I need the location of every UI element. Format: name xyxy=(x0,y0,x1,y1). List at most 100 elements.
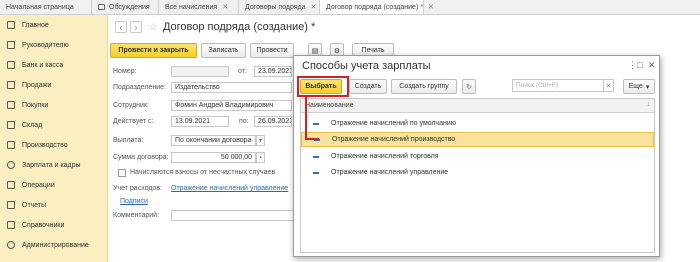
create-button[interactable]: Создать xyxy=(349,79,387,94)
sidebar-item-catalogs[interactable]: Справочники xyxy=(0,217,108,233)
sidebar-item-sales[interactable]: Продажи xyxy=(0,77,108,93)
row-label: Отражение начислений торговля xyxy=(331,153,439,160)
tab-contracts[interactable]: Договоры подряда ✕ xyxy=(239,0,320,14)
post-and-close-button[interactable]: Провести и закрыть xyxy=(110,43,197,58)
search-clear-button[interactable]: ✕ xyxy=(604,79,614,92)
valid-from-field[interactable]: 13.09.2021 xyxy=(171,116,229,127)
number-field[interactable] xyxy=(171,66,229,77)
create-group-button[interactable]: Создать группу xyxy=(391,79,457,94)
table-row[interactable]: Отражение начислений управление xyxy=(301,165,654,180)
close-icon: ✕ xyxy=(605,82,612,90)
employee-label: Сотрудник: xyxy=(113,102,149,109)
discussions-icon xyxy=(98,4,105,10)
sidebar-item-bank[interactable]: Банк и касса xyxy=(0,57,108,73)
row-label: Отражение начислений управление xyxy=(331,169,449,176)
row-label: Отражение начислений производство xyxy=(332,136,456,143)
payment-label: Выплата: xyxy=(113,137,144,144)
comment-field[interactable] xyxy=(171,210,296,221)
red-highlight-row-bracket xyxy=(305,97,319,140)
item-icon xyxy=(313,171,319,174)
chevron-down-icon: ▾ xyxy=(645,83,650,91)
table-row[interactable]: Отражение начислений по умолчанию xyxy=(301,116,654,131)
favorite-star-icon[interactable]: ☆ xyxy=(149,22,158,33)
forward-button[interactable]: › xyxy=(130,21,142,33)
payroll-methods-table: Наименование ↓ Отражение начислений по ум… xyxy=(300,98,655,253)
row-label: Отражение начислений по умолчанию xyxy=(331,120,456,127)
back-button[interactable]: ‹ xyxy=(115,21,127,33)
sidebar-item-label: Администрирование xyxy=(22,241,89,249)
table-row-selected[interactable]: Отражение начислений производство xyxy=(301,132,654,147)
amount-field[interactable]: 50 000,00 xyxy=(171,152,256,163)
sidebar-item-warehouse[interactable]: Склад xyxy=(0,117,108,133)
tab-label: Обсуждения xyxy=(109,3,150,11)
refresh-icon: ↻ xyxy=(466,83,472,91)
sidebar-item-label: Зарплата и кадры xyxy=(22,161,81,169)
accident-contribution-checkbox[interactable] xyxy=(118,169,126,177)
tab-label: Начальная страница xyxy=(6,3,74,11)
factory-icon xyxy=(7,141,15,149)
expense-method-link[interactable]: Отражение начислений управление xyxy=(171,185,288,192)
more-button-label: Еще xyxy=(628,83,643,90)
signatures-link[interactable]: Подписи xyxy=(120,198,148,205)
comment-label: Комментарий: xyxy=(113,212,160,219)
dialog-title: Способы учета зарплаты xyxy=(302,60,431,72)
column-header-name[interactable]: Наименование ↓ xyxy=(301,99,654,113)
sidebar-item-label: Производство xyxy=(22,141,68,149)
post-button[interactable]: Провести xyxy=(250,43,294,58)
sidebar-item-reports[interactable]: Отчеты xyxy=(0,197,108,213)
tab-discussions[interactable]: Обсуждения xyxy=(92,0,159,14)
search-input[interactable]: Поиск (Ctrl+F) xyxy=(512,79,604,92)
tab-label: Договоры подряда xyxy=(245,3,306,11)
sidebar-item-label: Банк и касса xyxy=(22,61,64,69)
sidebar-item-main[interactable]: Главное xyxy=(0,17,108,33)
sidebar-item-manager[interactable]: Руководителю xyxy=(0,37,108,53)
sidebar-item-label: Операции xyxy=(22,181,55,189)
red-highlight-select-button xyxy=(297,76,349,97)
department-label: Подразделение: xyxy=(113,84,166,91)
employee-field[interactable]: Фомин Андрей Владимирович xyxy=(171,100,292,111)
sidebar-item-purchases[interactable]: Покупки xyxy=(0,97,108,113)
table-row[interactable]: Отражение начислений торговля xyxy=(301,149,654,164)
tab-all-accruals[interactable]: Все начисления ✕ xyxy=(159,0,239,14)
report-icon xyxy=(7,201,15,209)
tab-label: Договор подряда (создание) * xyxy=(326,3,423,11)
from-label: от: xyxy=(238,68,247,75)
amount-calc-button[interactable]: ▪ xyxy=(256,152,265,163)
close-icon[interactable]: ✕ xyxy=(648,60,656,71)
sidebar-item-salary[interactable]: Зарплата и кадры xyxy=(0,157,108,173)
sidebar-item-admin[interactable]: Администрирование xyxy=(0,237,108,253)
page-title: Договор подряда (создание) * xyxy=(162,21,316,33)
tab-contract-create[interactable]: Договор подряда (создание) * ✕ xyxy=(320,0,434,14)
expense-label: Учет расходов: xyxy=(113,185,162,192)
tab-home[interactable]: Начальная страница xyxy=(0,0,92,14)
maximize-icon[interactable]: □ xyxy=(637,60,642,70)
sidebar-item-label: Руководителю xyxy=(22,41,69,49)
item-icon xyxy=(313,155,319,158)
sidebar-item-production[interactable]: Производство xyxy=(0,137,108,153)
cart-icon xyxy=(7,81,15,89)
close-icon[interactable]: ✕ xyxy=(428,3,434,11)
sidebar-item-label: Главное xyxy=(22,21,49,29)
gear-icon xyxy=(7,241,15,249)
department-field[interactable]: Издательство xyxy=(171,82,292,93)
refresh-button[interactable]: ↻ xyxy=(462,79,476,94)
document-icon: ▤ xyxy=(311,47,319,55)
chevron-down-icon: ▾ xyxy=(258,138,262,144)
arrow-left-icon: ‹ xyxy=(119,22,123,32)
valid-to-field[interactable]: 26.09.2021 xyxy=(254,116,292,127)
basket-icon xyxy=(7,101,15,109)
more-menu-icon[interactable]: ⋮ xyxy=(628,60,637,71)
sidebar-item-label: Покупки xyxy=(22,101,49,109)
date-field[interactable]: 23.09.2021 xyxy=(254,66,292,77)
sidebar-item-operations[interactable]: Операции xyxy=(0,177,108,193)
close-icon[interactable]: ✕ xyxy=(311,3,317,11)
sidebar-item-label: Отчеты xyxy=(22,201,47,209)
arrow-right-icon: › xyxy=(134,22,138,32)
close-icon[interactable]: ✕ xyxy=(222,3,228,11)
gear-icon: ⚙ xyxy=(333,47,341,55)
warehouse-icon xyxy=(7,121,15,129)
more-button[interactable]: Еще ▾ xyxy=(623,79,655,94)
payment-dropdown-button[interactable]: ▾ xyxy=(256,135,265,146)
save-button[interactable]: Записать xyxy=(201,43,246,58)
payment-select[interactable]: По окончании договора xyxy=(171,135,256,146)
